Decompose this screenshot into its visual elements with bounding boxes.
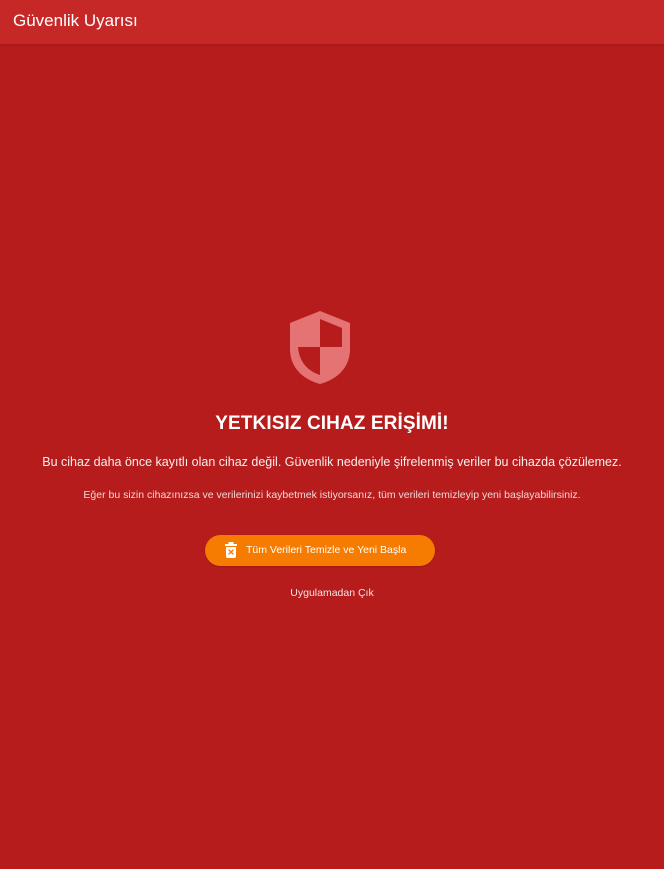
security-alert-panel: YETKISIZ CIHAZ ERİŞİMİ! Bu cihaz daha ön… (0, 44, 664, 869)
app-bar-title: Güvenlik Uyarısı (13, 11, 138, 30)
alert-hint: Eğer bu sizin cihazınızsa ve verileriniz… (83, 489, 581, 501)
delete-icon (225, 542, 237, 558)
reset-data-button[interactable]: Tüm Verileri Temizle ve Yeni Başla (205, 535, 435, 566)
app-bar: Güvenlik Uyarısı (0, 0, 664, 44)
reset-data-label: Tüm Verileri Temizle ve Yeni Başla (246, 544, 407, 556)
exit-app-link[interactable]: Uygulamadan Çık (232, 586, 432, 600)
alert-headline: YETKISIZ CIHAZ ERİŞİMİ! (215, 413, 449, 434)
alert-message: Bu cihaz daha önce kayıtlı olan cihaz de… (42, 455, 622, 469)
shield-icon (290, 311, 350, 384)
